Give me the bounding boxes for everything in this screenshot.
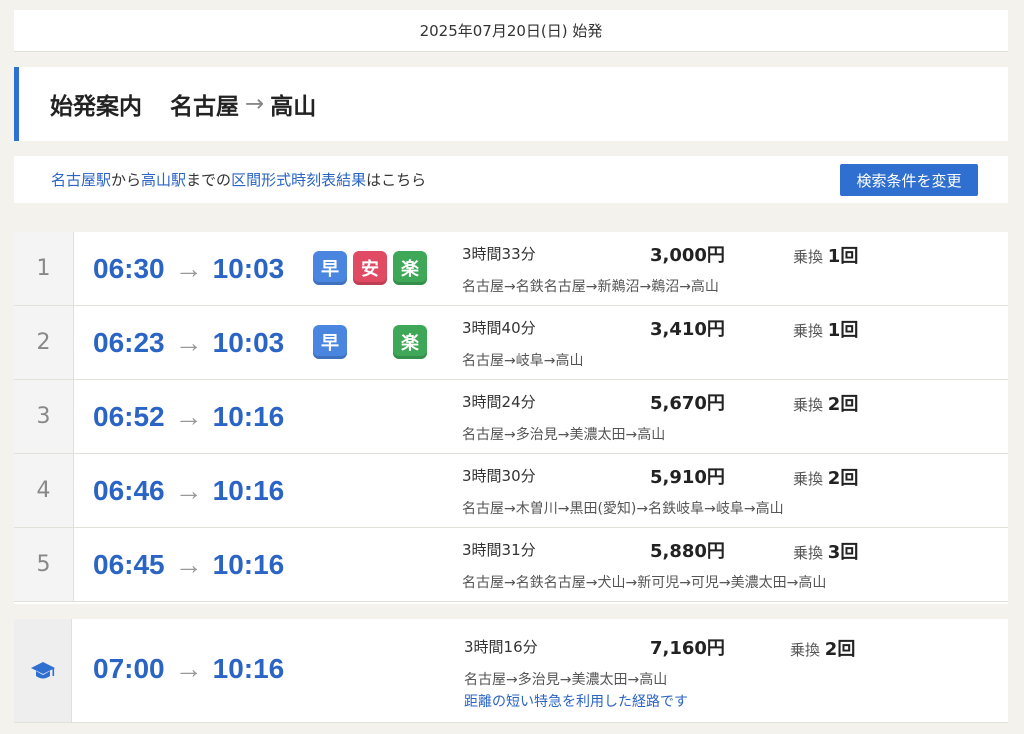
- route-duration: 3時間33分: [462, 245, 536, 263]
- easy-badge-icon: 楽: [393, 251, 427, 285]
- route-fare: 3,000円: [650, 245, 725, 266]
- timetable-link-bar: 名古屋駅 から 高山駅 までの 区間形式時刻表結果 はこちら 検索条件を変更: [14, 156, 1008, 203]
- change-search-button[interactable]: 検索条件を変更: [840, 164, 978, 196]
- route-via: 名古屋→岐阜→高山: [462, 353, 584, 369]
- depart-time: 06:46: [93, 475, 165, 506]
- origin-station: 名古屋: [170, 94, 239, 120]
- section-timetable-link[interactable]: 区間形式時刻表結果: [231, 169, 366, 190]
- route-row[interactable]: 1 06:30 → 10:03 早 安 楽 3時間33分 3,000円 乗換 1回 …: [14, 232, 1008, 306]
- link-text-kara: から: [111, 171, 142, 189]
- arrive-time: 10:16: [212, 549, 285, 580]
- easy-badge-icon: 楽: [393, 325, 427, 359]
- route-times[interactable]: 06:30 → 10:03: [93, 253, 284, 285]
- route-transfers: 乗換 2回: [790, 639, 856, 660]
- route-times[interactable]: 06:45 → 10:16: [93, 549, 284, 581]
- arrive-time: 10:16: [212, 653, 285, 684]
- depart-time: 06:30: [93, 253, 165, 284]
- route-transfers: 乗換 3回: [793, 542, 859, 563]
- cheap-badge-icon: 安: [353, 251, 387, 285]
- depart-time: 06:45: [93, 549, 165, 580]
- route-fare: 7,160円: [650, 638, 725, 659]
- link-text-made: までの: [186, 171, 232, 189]
- route-index: 1: [14, 232, 74, 305]
- route-row[interactable]: 5 06:45 → 10:16 3時間31分 5,880円 乗換 3回 名古屋→名鉄…: [14, 528, 1008, 602]
- page-title: 始発案内 名古屋 → 高山: [14, 67, 1008, 141]
- route-fare: 5,910円: [650, 467, 725, 488]
- route-via: 名古屋→名鉄名古屋→新鵜沼→鵜沼→高山: [462, 279, 719, 295]
- arrow-icon: →: [174, 401, 203, 432]
- arrow-icon: →: [174, 653, 203, 684]
- search-date-label: 2025年07月20日(日) 始発: [419, 22, 603, 40]
- page-title-label: 始発案内: [50, 94, 142, 120]
- route-fare: 3,410円: [650, 319, 725, 340]
- route-times[interactable]: 06:23 → 10:03: [93, 327, 284, 359]
- route-list: 1 06:30 → 10:03 早 安 楽 3時間33分 3,000円 乗換 1回 …: [14, 232, 1008, 604]
- arrive-time: 10:16: [212, 401, 285, 432]
- special-route-note[interactable]: 距離の短い特急を利用した経路です: [464, 691, 688, 711]
- origin-station-link[interactable]: 名古屋駅: [51, 169, 111, 190]
- route-via: 名古屋→木曽川→黒田(愛知)→名鉄岐阜→岐阜→高山: [462, 501, 784, 517]
- early-badge-icon: 早: [313, 251, 347, 285]
- route-duration: 3時間16分: [464, 638, 538, 656]
- route-transfers: 乗換 1回: [793, 246, 859, 267]
- route-times[interactable]: 07:00 → 10:16: [93, 653, 284, 685]
- route-duration: 3時間24分: [462, 393, 536, 411]
- route-transfers: 乗換 1回: [793, 320, 859, 341]
- graduation-cap-icon: [30, 661, 55, 678]
- route-row[interactable]: 3 06:52 → 10:16 3時間24分 5,670円 乗換 2回 名古屋→多治…: [14, 380, 1008, 454]
- route-duration: 3時間31分: [462, 541, 536, 559]
- route-fare: 5,880円: [650, 541, 725, 562]
- route-row[interactable]: 2 06:23 → 10:03 早 楽 3時間40分 3,410円 乗換 1回 名古…: [14, 306, 1008, 380]
- arrive-time: 10:03: [212, 253, 285, 284]
- destination-station: 高山: [270, 94, 317, 120]
- route-transfers: 乗換 2回: [793, 394, 859, 415]
- route-via: 名古屋→多治見→美濃太田→高山: [464, 672, 668, 688]
- route-transfers: 乗換 2回: [793, 468, 859, 489]
- route-via: 名古屋→多治見→美濃太田→高山: [462, 427, 666, 443]
- arrow-icon: →: [174, 253, 203, 284]
- arrow-icon: →: [245, 91, 265, 117]
- route-index: 4: [14, 454, 74, 527]
- route-times[interactable]: 06:46 → 10:16: [93, 475, 284, 507]
- depart-time: 06:52: [93, 401, 165, 432]
- route-row[interactable]: 4 06:46 → 10:16 3時間30分 5,910円 乗換 2回 名古屋→木曽…: [14, 454, 1008, 528]
- arrive-time: 10:03: [212, 327, 285, 358]
- depart-time: 07:00: [93, 653, 165, 684]
- special-route-row[interactable]: 07:00 → 10:16 3時間16分 7,160円 乗換 2回 名古屋→多治見→…: [14, 619, 1008, 723]
- depart-time: 06:23: [93, 327, 165, 358]
- arrive-time: 10:16: [212, 475, 285, 506]
- date-bar: 2025年07月20日(日) 始発: [14, 10, 1008, 52]
- arrow-icon: →: [174, 327, 203, 358]
- early-badge-icon: 早: [313, 325, 347, 359]
- destination-station-link[interactable]: 高山駅: [141, 169, 186, 190]
- route-fare: 5,670円: [650, 393, 725, 414]
- route-index: 3: [14, 380, 74, 453]
- route-duration: 3時間30分: [462, 467, 536, 485]
- arrow-icon: →: [174, 475, 203, 506]
- arrow-icon: →: [174, 549, 203, 580]
- route-index: 2: [14, 306, 74, 379]
- route-duration: 3時間40分: [462, 319, 536, 337]
- route-times[interactable]: 06:52 → 10:16: [93, 401, 284, 433]
- route-index: 5: [14, 528, 74, 601]
- link-text-kochira: はこちら: [366, 171, 427, 189]
- special-route-marker: [14, 619, 72, 722]
- route-via: 名古屋→名鉄名古屋→犬山→新可児→可児→美濃太田→高山: [462, 575, 827, 591]
